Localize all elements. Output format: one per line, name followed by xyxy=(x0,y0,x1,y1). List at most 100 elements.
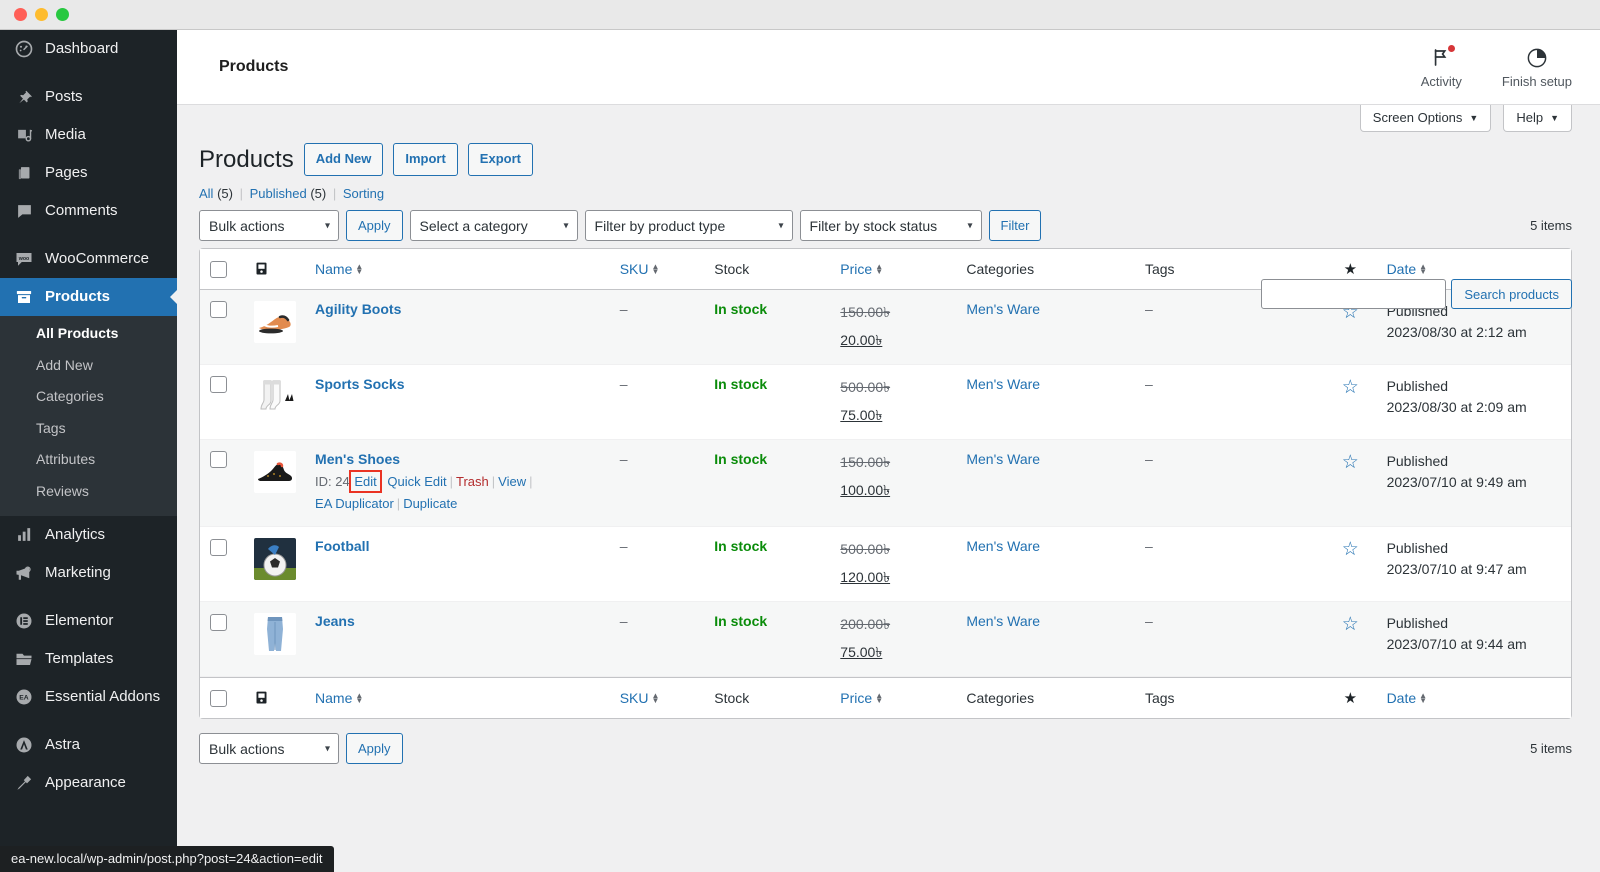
product-thumbnail[interactable] xyxy=(254,612,297,655)
row-checkbox[interactable] xyxy=(210,613,227,631)
category-link[interactable]: Men's Ware xyxy=(966,376,1040,392)
submenu-item-attributes[interactable]: Attributes xyxy=(0,444,177,476)
featured-star-icon[interactable]: ☆ xyxy=(1342,452,1359,473)
view-link-all[interactable]: All xyxy=(199,186,213,201)
sidebar-item-essential-addons[interactable]: EA Essential Addons xyxy=(0,678,177,716)
product-thumbnail[interactable] xyxy=(254,300,297,343)
minimize-window-button[interactable] xyxy=(35,8,48,21)
post-date: 2023/07/10 at 9:47 am xyxy=(1386,560,1527,577)
featured-star-icon[interactable]: ☆ xyxy=(1342,377,1359,398)
submenu-item-add-new[interactable]: Add New xyxy=(0,350,177,382)
product-stock-cell: In stock xyxy=(704,364,831,440)
table-row: Sports Socks – In stock 500.00৳ 75.00৳ Men's … xyxy=(200,364,1571,440)
price-footer-label: Price xyxy=(840,689,873,706)
stock-status-filter-select[interactable]: Filter by stock status xyxy=(799,210,982,242)
apply-bottom-button[interactable]: Apply xyxy=(346,733,403,765)
activity-label: Activity xyxy=(1420,73,1462,89)
sidebar-item-dashboard[interactable]: Dashboard xyxy=(0,30,177,68)
select-all-checkbox-footer[interactable] xyxy=(210,689,227,707)
featured-star-icon[interactable]: ☆ xyxy=(1342,539,1359,560)
zoom-window-button[interactable] xyxy=(56,8,69,21)
product-thumbnail[interactable] xyxy=(254,450,297,493)
select-all-checkbox[interactable] xyxy=(210,260,227,278)
product-name-link[interactable]: Men's Shoes xyxy=(315,451,400,467)
category-link[interactable]: Men's Ware xyxy=(966,613,1040,629)
sort-by-price[interactable]: Price ▲ ▼ xyxy=(840,261,883,277)
submenu-item-reviews[interactable]: Reviews xyxy=(0,476,177,508)
sort-by-sku-footer[interactable]: SKU ▲ ▼ xyxy=(620,690,660,706)
product-sku-cell: – xyxy=(609,601,705,677)
row-checkbox[interactable] xyxy=(210,301,227,319)
sort-by-date-footer[interactable]: Date ▲ ▼ xyxy=(1387,690,1428,706)
stock-footer-header: Stock xyxy=(704,676,831,718)
category-link[interactable]: Men's Ware xyxy=(966,538,1040,554)
screen-options-button[interactable]: Screen Options ▼ xyxy=(1359,105,1492,132)
sidebar-item-comments[interactable]: Comments xyxy=(0,192,177,230)
sku-value: – xyxy=(619,537,628,554)
add-new-button[interactable]: Add New xyxy=(303,143,384,176)
product-type-filter-select[interactable]: Filter by product type xyxy=(584,210,793,242)
view-link-published[interactable]: Published xyxy=(250,186,307,201)
featured-footer-header: ★ xyxy=(1324,676,1377,718)
sidebar-item-analytics[interactable]: Analytics xyxy=(0,516,177,554)
submenu-item-categories[interactable]: Categories xyxy=(0,381,177,413)
row-action-view[interactable]: View xyxy=(498,474,526,489)
product-name-link[interactable]: Agility Boots xyxy=(315,301,401,317)
row-action-edit[interactable]: Edit xyxy=(349,469,382,493)
submenu-item-tags[interactable]: Tags xyxy=(0,413,177,445)
product-name-link[interactable]: Sports Socks xyxy=(315,376,404,392)
progress-circle-icon xyxy=(1526,46,1548,70)
row-action-duplicate[interactable]: Duplicate xyxy=(403,496,457,511)
filter-button[interactable]: Filter xyxy=(988,210,1042,242)
sort-by-name-footer[interactable]: Name ▲ ▼ xyxy=(315,690,363,706)
sidebar-item-astra[interactable]: Astra xyxy=(0,726,177,764)
product-name-link[interactable]: Jeans xyxy=(315,613,355,629)
sidebar-item-woocommerce[interactable]: woo WooCommerce xyxy=(0,240,177,278)
sidebar-item-templates[interactable]: Templates xyxy=(0,640,177,678)
search-input[interactable] xyxy=(1261,279,1447,309)
sidebar-item-pages[interactable]: Pages xyxy=(0,154,177,192)
row-checkbox[interactable] xyxy=(210,451,227,469)
view-link-sorting[interactable]: Sorting xyxy=(343,186,384,201)
row-action-trash[interactable]: Trash xyxy=(456,474,489,489)
sort-by-price-footer[interactable]: Price ▲ ▼ xyxy=(840,690,883,706)
sort-indicator-icon: ▲ ▼ xyxy=(651,261,660,276)
row-checkbox[interactable] xyxy=(210,538,227,556)
sidebar-separator xyxy=(0,230,177,240)
sidebar-item-appearance[interactable]: Appearance xyxy=(0,764,177,802)
import-button[interactable]: Import xyxy=(393,143,458,176)
sidebar-item-marketing[interactable]: Marketing xyxy=(0,554,177,592)
activity-button[interactable]: Activity xyxy=(1420,44,1462,89)
sort-by-sku[interactable]: SKU ▲ ▼ xyxy=(620,261,660,277)
product-thumbnail[interactable] xyxy=(254,537,297,580)
essential-addons-icon: EA xyxy=(14,687,34,707)
sort-by-date[interactable]: Date ▲ ▼ xyxy=(1387,261,1428,277)
finish-setup-button[interactable]: Finish setup xyxy=(1502,46,1572,89)
search-products-button[interactable]: Search products xyxy=(1451,279,1572,309)
row-action-quick-edit[interactable]: Quick Edit xyxy=(387,474,446,489)
sidebar-item-media[interactable]: Media xyxy=(0,116,177,154)
close-window-button[interactable] xyxy=(14,8,27,21)
submenu-item-all-products[interactable]: All Products xyxy=(0,318,177,350)
row-checkbox[interactable] xyxy=(210,376,227,394)
view-filter-links: All (5) | Published (5) | Sorting xyxy=(199,186,1572,201)
sort-indicator-icon: ▲ ▼ xyxy=(875,690,884,705)
apply-top-button[interactable]: Apply xyxy=(346,210,403,242)
category-link[interactable]: Men's Ware xyxy=(966,301,1040,317)
bulk-actions-bottom-select[interactable]: Bulk actions xyxy=(199,733,339,765)
category-link[interactable]: Men's Ware xyxy=(966,451,1040,467)
product-thumbnail[interactable] xyxy=(254,375,297,418)
products-submenu: All Products Add New Categories Tags Att… xyxy=(0,316,177,516)
product-type-filter-wrapper: Filter by product type ▾ xyxy=(584,210,793,242)
export-button[interactable]: Export xyxy=(467,143,533,176)
row-action-ea-duplicator[interactable]: EA Duplicator xyxy=(315,496,394,511)
help-button[interactable]: Help ▼ xyxy=(1503,105,1572,132)
sort-by-name[interactable]: Name ▲ ▼ xyxy=(315,261,363,277)
featured-star-icon[interactable]: ☆ xyxy=(1342,614,1359,635)
sidebar-item-products[interactable]: Products xyxy=(0,278,177,316)
category-filter-select[interactable]: Select a category xyxy=(409,210,578,242)
sidebar-item-elementor[interactable]: Elementor xyxy=(0,602,177,640)
bulk-actions-top-select[interactable]: Bulk actions xyxy=(199,210,339,242)
product-name-link[interactable]: Football xyxy=(315,538,369,554)
sidebar-item-posts[interactable]: Posts xyxy=(0,78,177,116)
